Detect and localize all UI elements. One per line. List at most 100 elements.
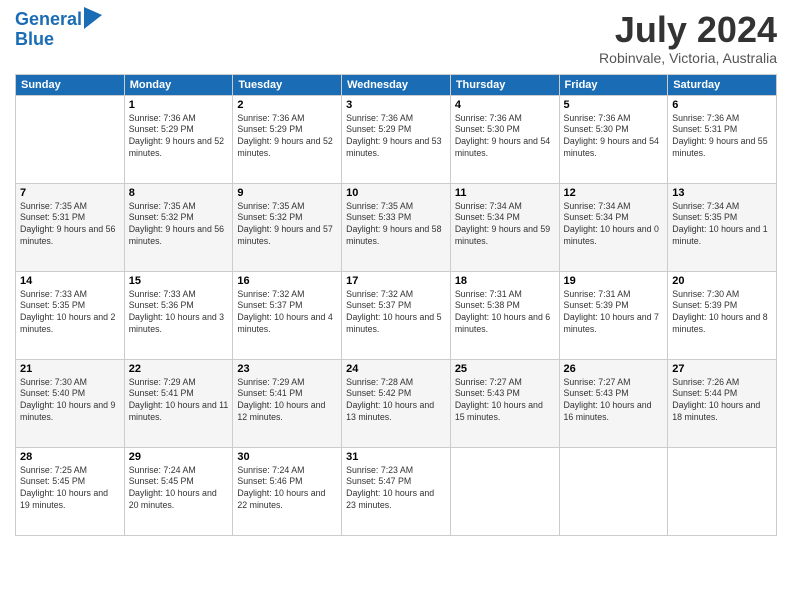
calendar-cell: 12 Sunrise: 7:34 AMSunset: 5:34 PMDayligh…: [559, 183, 668, 271]
calendar-cell: 11Sunrise: 7:34 AMSunset: 5:34 PMDayligh…: [450, 183, 559, 271]
day-number: 22: [129, 363, 229, 375]
calendar-cell: 8 Sunrise: 7:35 AMSunset: 5:32 PMDaylight…: [124, 183, 233, 271]
day-number: 13: [672, 187, 772, 199]
day-info: Sunrise: 7:35 AMSunset: 5:32 PMDaylight:…: [129, 201, 229, 249]
day-info: Sunrise: 7:27 AMSunset: 5:43 PMDaylight:…: [564, 377, 664, 425]
day-info: Sunrise: 7:31 AMSunset: 5:38 PMDaylight:…: [455, 289, 555, 337]
calendar-cell: [450, 447, 559, 535]
calendar-cell: 31 Sunrise: 7:23 AMSunset: 5:47 PMDayligh…: [342, 447, 451, 535]
day-info: Sunrise: 7:27 AMSunset: 5:43 PMDaylight:…: [455, 377, 555, 425]
day-number: 7: [20, 187, 120, 199]
day-info: Sunrise: 7:33 AMSunset: 5:35 PMDaylight:…: [20, 289, 120, 337]
col-monday: Monday: [124, 74, 233, 95]
calendar-cell: 7Sunrise: 7:35 AMSunset: 5:31 PMDaylight…: [16, 183, 125, 271]
day-info: Sunrise: 7:26 AMSunset: 5:44 PMDaylight:…: [672, 377, 772, 425]
calendar-cell: 15 Sunrise: 7:33 AMSunset: 5:36 PMDayligh…: [124, 271, 233, 359]
calendar-container: General Blue July 2024 Robinvale, Victor…: [0, 0, 792, 612]
day-number: 3: [346, 99, 446, 111]
calendar-cell: 28 Sunrise: 7:25 AMSunset: 5:45 PMDayligh…: [16, 447, 125, 535]
calendar-cell: 22 Sunrise: 7:29 AMSunset: 5:41 PMDayligh…: [124, 359, 233, 447]
day-info: Sunrise: 7:24 AMSunset: 5:46 PMDaylight:…: [237, 465, 337, 513]
calendar-cell: 1 Sunrise: 7:36 AMSunset: 5:29 PMDaylight…: [124, 95, 233, 183]
day-number: 26: [564, 363, 664, 375]
day-number: 19: [564, 275, 664, 287]
header: General Blue July 2024 Robinvale, Victor…: [15, 10, 777, 66]
col-wednesday: Wednesday: [342, 74, 451, 95]
calendar-cell: 6 Sunrise: 7:36 AMSunset: 5:31 PMDaylight…: [668, 95, 777, 183]
calendar-cell: 21Sunrise: 7:30 AMSunset: 5:40 PMDayligh…: [16, 359, 125, 447]
calendar-cell: 5 Sunrise: 7:36 AMSunset: 5:30 PMDaylight…: [559, 95, 668, 183]
calendar-cell: 26 Sunrise: 7:27 AMSunset: 5:43 PMDayligh…: [559, 359, 668, 447]
calendar-cell: 30 Sunrise: 7:24 AMSunset: 5:46 PMDayligh…: [233, 447, 342, 535]
logo-text: General: [15, 10, 82, 30]
day-number: 1: [129, 99, 229, 111]
calendar-cell: 3Sunrise: 7:36 AMSunset: 5:29 PMDaylight…: [342, 95, 451, 183]
day-number: 15: [129, 275, 229, 287]
calendar-cell: 14 Sunrise: 7:33 AMSunset: 5:35 PMDayligh…: [16, 271, 125, 359]
day-number: 16: [237, 275, 337, 287]
day-info: Sunrise: 7:34 AMSunset: 5:34 PMDaylight:…: [564, 201, 664, 249]
day-info: Sunrise: 7:35 AMSunset: 5:32 PMDaylight:…: [237, 201, 337, 249]
col-sunday: Sunday: [16, 74, 125, 95]
day-number: 5: [564, 99, 664, 111]
calendar-cell: 13 Sunrise: 7:34 AMSunset: 5:35 PMDayligh…: [668, 183, 777, 271]
day-number: 23: [237, 363, 337, 375]
day-number: 31: [346, 451, 446, 463]
day-number: 21: [20, 363, 120, 375]
calendar-cell: 2 Sunrise: 7:36 AMSunset: 5:29 PMDaylight…: [233, 95, 342, 183]
calendar-cell: 16Sunrise: 7:32 AMSunset: 5:37 PMDayligh…: [233, 271, 342, 359]
day-info: Sunrise: 7:35 AMSunset: 5:33 PMDaylight:…: [346, 201, 446, 249]
calendar-cell: 17Sunrise: 7:32 AMSunset: 5:37 PMDayligh…: [342, 271, 451, 359]
logo-blue: Blue: [15, 30, 54, 50]
calendar-week-row: 1 Sunrise: 7:36 AMSunset: 5:29 PMDaylight…: [16, 95, 777, 183]
day-number: 24: [346, 363, 446, 375]
calendar-cell: 20Sunrise: 7:30 AMSunset: 5:39 PMDayligh…: [668, 271, 777, 359]
calendar-cell: 4Sunrise: 7:36 AMSunset: 5:30 PMDaylight…: [450, 95, 559, 183]
month-title: July 2024: [599, 10, 777, 50]
calendar-cell: [559, 447, 668, 535]
logo-icon: [84, 7, 102, 29]
day-number: 2: [237, 99, 337, 111]
day-info: Sunrise: 7:33 AMSunset: 5:36 PMDaylight:…: [129, 289, 229, 337]
calendar-week-row: 14 Sunrise: 7:33 AMSunset: 5:35 PMDayligh…: [16, 271, 777, 359]
day-info: Sunrise: 7:23 AMSunset: 5:47 PMDaylight:…: [346, 465, 446, 513]
day-number: 11: [455, 187, 555, 199]
day-number: 12: [564, 187, 664, 199]
calendar-table: Sunday Monday Tuesday Wednesday Thursday…: [15, 74, 777, 536]
calendar-cell: 29 Sunrise: 7:24 AMSunset: 5:45 PMDayligh…: [124, 447, 233, 535]
day-info: Sunrise: 7:36 AMSunset: 5:30 PMDaylight:…: [564, 113, 664, 161]
day-info: Sunrise: 7:36 AMSunset: 5:29 PMDaylight:…: [129, 113, 229, 161]
day-number: 27: [672, 363, 772, 375]
col-thursday: Thursday: [450, 74, 559, 95]
calendar-cell: [668, 447, 777, 535]
day-number: 10: [346, 187, 446, 199]
day-number: 6: [672, 99, 772, 111]
day-number: 9: [237, 187, 337, 199]
day-number: 8: [129, 187, 229, 199]
calendar-cell: 25Sunrise: 7:27 AMSunset: 5:43 PMDayligh…: [450, 359, 559, 447]
day-number: 30: [237, 451, 337, 463]
title-block: July 2024 Robinvale, Victoria, Australia: [599, 10, 777, 66]
day-info: Sunrise: 7:32 AMSunset: 5:37 PMDaylight:…: [346, 289, 446, 337]
day-info: Sunrise: 7:29 AMSunset: 5:41 PMDaylight:…: [129, 377, 229, 425]
calendar-cell: 23 Sunrise: 7:29 AMSunset: 5:41 PMDayligh…: [233, 359, 342, 447]
calendar-cell: 9 Sunrise: 7:35 AMSunset: 5:32 PMDaylight…: [233, 183, 342, 271]
day-number: 28: [20, 451, 120, 463]
calendar-cell: 19 Sunrise: 7:31 AMSunset: 5:39 PMDayligh…: [559, 271, 668, 359]
day-info: Sunrise: 7:36 AMSunset: 5:31 PMDaylight:…: [672, 113, 772, 161]
day-info: Sunrise: 7:31 AMSunset: 5:39 PMDaylight:…: [564, 289, 664, 337]
location-subtitle: Robinvale, Victoria, Australia: [599, 50, 777, 66]
day-number: 29: [129, 451, 229, 463]
calendar-cell: 18 Sunrise: 7:31 AMSunset: 5:38 PMDayligh…: [450, 271, 559, 359]
day-info: Sunrise: 7:25 AMSunset: 5:45 PMDaylight:…: [20, 465, 120, 513]
day-info: Sunrise: 7:29 AMSunset: 5:41 PMDaylight:…: [237, 377, 337, 425]
day-number: 4: [455, 99, 555, 111]
day-info: Sunrise: 7:34 AMSunset: 5:35 PMDaylight:…: [672, 201, 772, 249]
day-number: 18: [455, 275, 555, 287]
logo: General Blue: [15, 10, 102, 50]
day-number: 14: [20, 275, 120, 287]
day-info: Sunrise: 7:24 AMSunset: 5:45 PMDaylight:…: [129, 465, 229, 513]
calendar-header-row: Sunday Monday Tuesday Wednesday Thursday…: [16, 74, 777, 95]
day-info: Sunrise: 7:36 AMSunset: 5:29 PMDaylight:…: [237, 113, 337, 161]
calendar-cell: [16, 95, 125, 183]
